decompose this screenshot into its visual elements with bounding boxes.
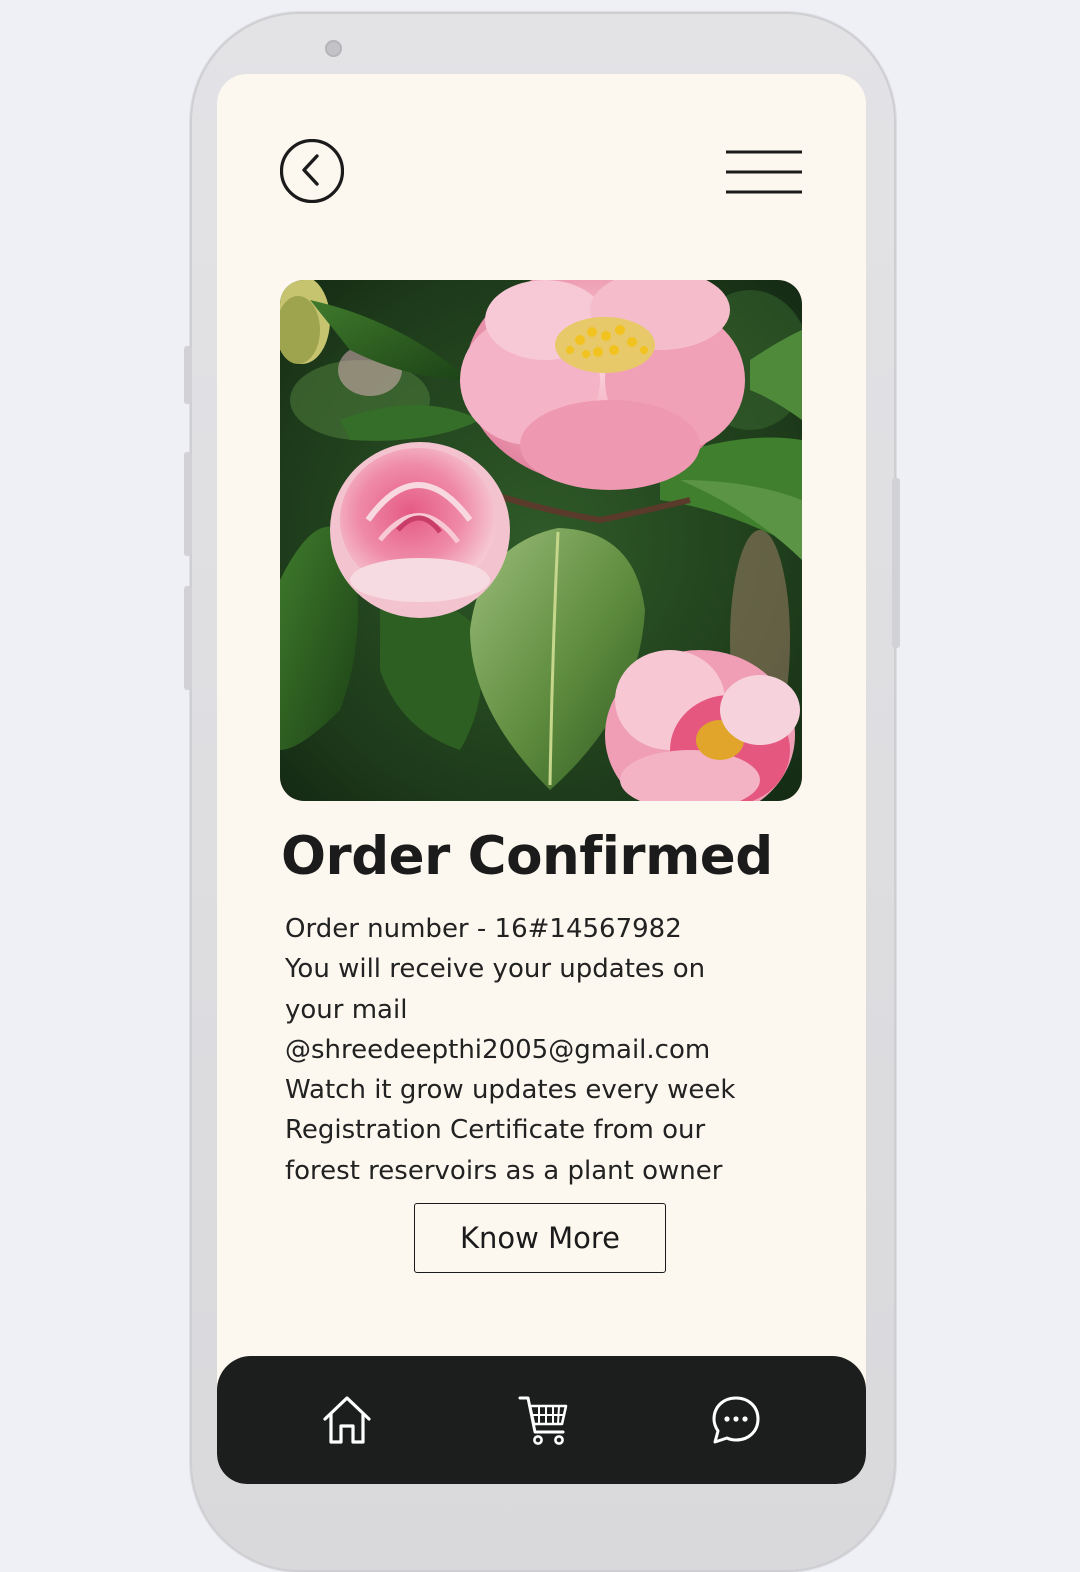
bottom-nav: [217, 1356, 866, 1484]
order-detail-line: Registration Certificate from our: [285, 1115, 706, 1146]
nav-cart-button[interactable]: [517, 1392, 573, 1448]
phone-side-button: [184, 452, 192, 556]
order-details: Order number - 16#14567982 You will rece…: [285, 909, 845, 1191]
nav-chat-button[interactable]: [708, 1392, 764, 1448]
app-screen: Order Confirmed Order number - 16#145679…: [217, 74, 866, 1484]
cart-icon: [518, 1396, 568, 1445]
chevron-left-circle-icon: [279, 138, 345, 204]
phone-camera: [325, 40, 342, 57]
order-detail-line: forest reservoirs as a plant owner: [285, 1155, 723, 1186]
know-more-button[interactable]: Know More: [414, 1203, 666, 1273]
order-detail-line: your mail: [285, 994, 408, 1025]
order-email-text: @shreedeepthi2005@gmail.com: [285, 1034, 711, 1065]
order-number-text: Order number - 16#14567982: [285, 914, 682, 944]
home-icon: [323, 1396, 371, 1444]
order-detail-line: You will receive your updates on: [285, 954, 706, 985]
order-title: Order Confirmed: [281, 826, 773, 887]
phone-side-button: [184, 586, 192, 690]
chat-icon: [712, 1396, 760, 1444]
menu-button[interactable]: [725, 149, 803, 195]
back-button[interactable]: [279, 138, 345, 204]
order-detail-line: Watch it grow updates every week: [285, 1075, 736, 1106]
camellia-flowers-illustration: [280, 280, 802, 801]
product-image: [280, 280, 802, 801]
phone-side-button: [184, 346, 192, 404]
phone-power-button: [892, 478, 900, 648]
hamburger-menu-icon: [726, 150, 802, 194]
nav-home-button[interactable]: [319, 1392, 375, 1448]
